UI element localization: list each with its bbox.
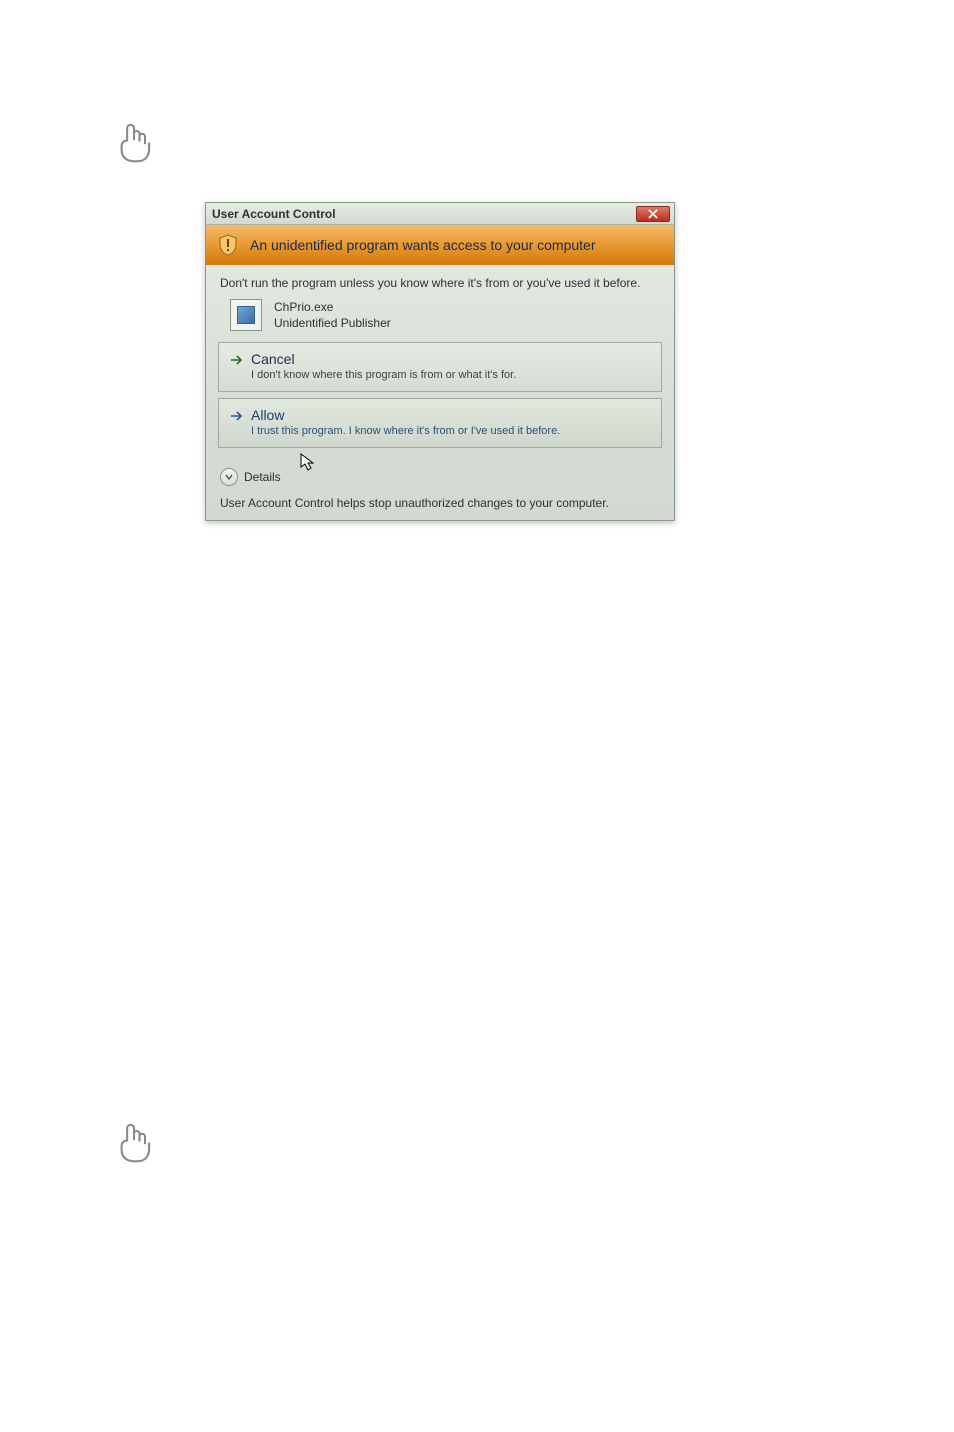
chevron-down-icon [224,472,234,482]
allow-desc: I trust this program. I know where it's … [251,425,651,437]
details-label: Details [244,470,281,484]
cancel-title: Cancel [251,351,651,367]
cancel-command[interactable]: Cancel I don't know where this program i… [218,342,662,392]
dialog-body: Don't run the program unless you know wh… [206,265,674,460]
window-title: User Account Control [212,207,636,221]
shield-icon [216,233,240,257]
program-icon [230,299,262,331]
uac-dialog: User Account Control An unidentified pro… [205,202,675,521]
banner-text: An unidentified program wants access to … [250,237,596,253]
footer-text: User Account Control helps stop unauthor… [206,490,674,520]
titlebar: User Account Control [206,203,674,225]
allow-command[interactable]: Allow I trust this program. I know where… [218,398,662,448]
details-row: Details [206,460,674,490]
program-publisher: Unidentified Publisher [274,315,391,331]
pointing-hand-icon [112,120,156,164]
allow-title: Allow [251,407,651,423]
program-name: ChPrio.exe [274,299,391,315]
details-toggle[interactable] [220,468,238,486]
intro-text: Don't run the program unless you know wh… [220,275,660,291]
warning-banner: An unidentified program wants access to … [206,225,674,265]
program-info: ChPrio.exe Unidentified Publisher [230,299,660,331]
close-button[interactable] [636,206,670,222]
close-icon [648,209,658,219]
pointing-hand-icon [112,1120,156,1164]
arrow-right-icon [229,353,243,367]
arrow-right-icon [229,409,243,423]
cancel-desc: I don't know where this program is from … [251,369,651,381]
